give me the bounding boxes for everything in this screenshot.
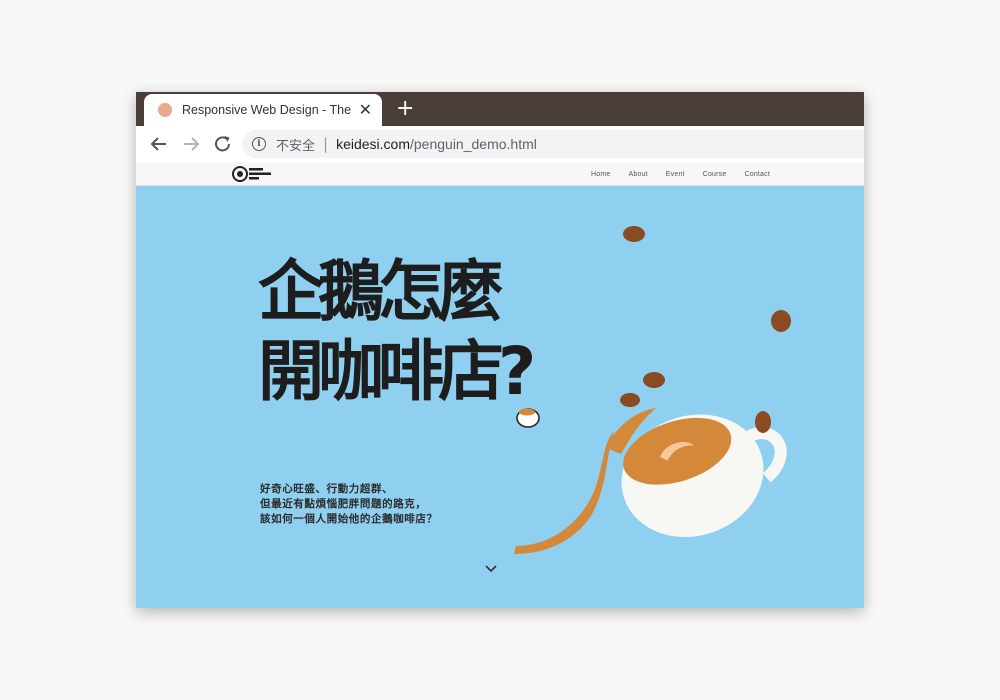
security-label: 不安全 [276,138,316,154]
hero-title: 企鵝怎麼 開咖啡店? [258,252,578,412]
tab-bar: Responsive Web Design - The Penguin Cafe… [136,92,864,126]
coffee-cup-icon [621,414,787,538]
hero-line-1: 好奇心旺盛、行動力超群、 [260,483,394,495]
info-icon[interactable]: i [252,137,266,151]
address-bar[interactable]: i 不安全 | keidesi.com /penguin_demo.html [242,130,864,158]
coffee-splash-drop [606,408,656,454]
browser-tab[interactable]: Responsive Web Design - The Penguin Cafe… [144,94,382,126]
coffee-bean-icon [620,226,791,433]
browser-window: Responsive Web Design - The Penguin Cafe… [136,92,864,608]
nav-contact[interactable]: Contact [744,171,770,178]
nav-event[interactable]: Event [666,171,685,178]
nav-course[interactable]: Course [703,171,727,178]
chevron-down-icon[interactable] [484,564,498,574]
site-navbar: Home About Event Course Contact [136,162,864,186]
reload-icon[interactable] [212,134,234,154]
nav-about[interactable]: About [629,171,648,178]
url-path: /penguin_demo.html [410,136,537,152]
penguin-cafe-logo[interactable] [232,165,276,183]
url-separator: | [323,135,329,153]
plus-icon[interactable]: + [396,96,414,122]
url-domain: keidesi.com [336,136,410,152]
hero-title-line2: 開咖啡店? [258,333,536,410]
page-viewport: Home About Event Course Contact 企鵝怎麼 開咖啡… [136,162,864,608]
hero-description: 好奇心旺盛、行動力超群、 但最近有點煩惱肥胖問題的路克， 該如何一個人開始他的企… [260,482,438,527]
hero-line-3: 該如何一個人開始他的企鵝咖啡店？ [260,513,438,525]
site-nav-links: Home About Event Course Contact [573,162,770,186]
coffee-splash [514,431,614,554]
close-icon[interactable]: ✕ [359,102,372,118]
hero-line-2: 但最近有點煩惱肥胖問題的路克， [260,498,427,510]
browser-toolbar: i 不安全 | keidesi.com /penguin_demo.html [136,126,864,162]
tab-title: Responsive Web Design - The Penguin Cafe [182,103,354,117]
nav-home[interactable]: Home [591,171,610,178]
forward-icon[interactable] [180,134,202,154]
favicon-icon [158,103,172,117]
hero-title-line1: 企鵝怎麼 [258,253,504,330]
back-icon[interactable] [148,134,170,154]
